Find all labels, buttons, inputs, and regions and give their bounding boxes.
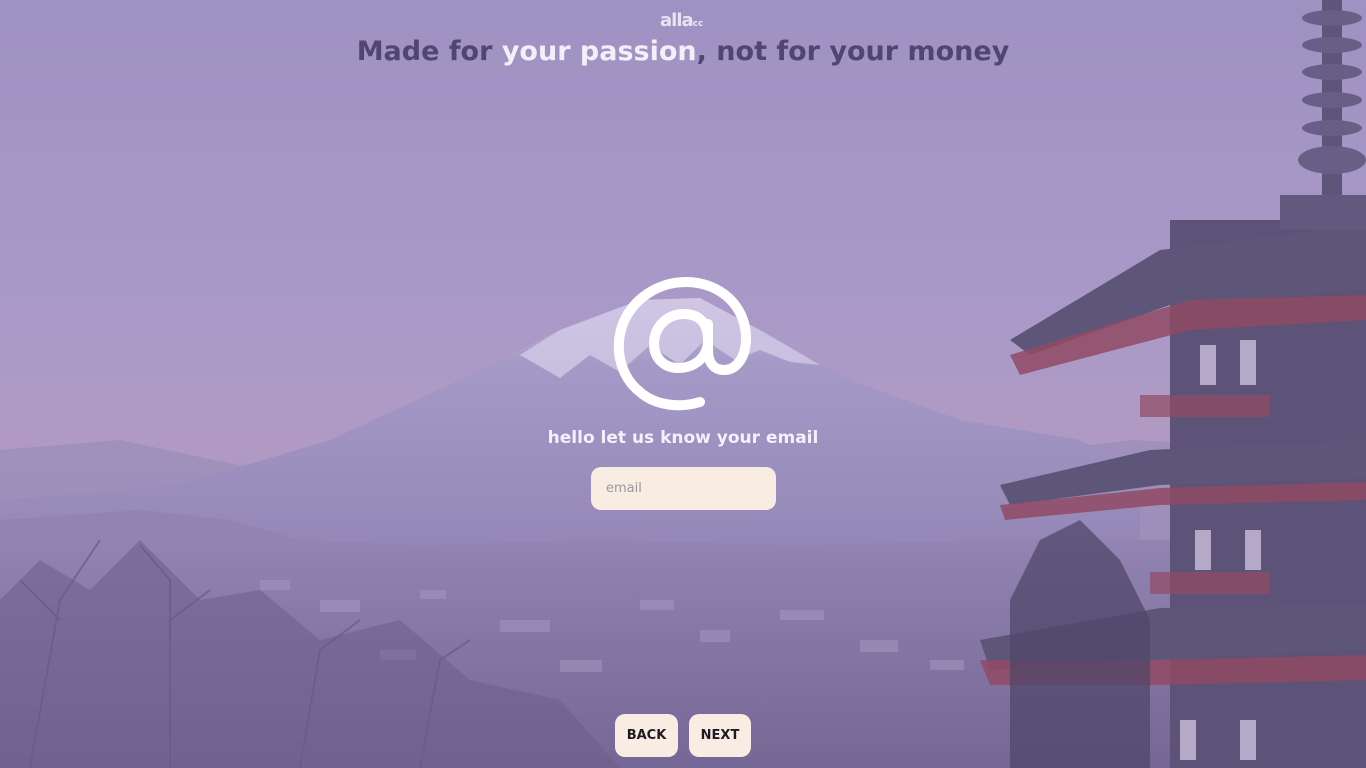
back-button[interactable]: BACK xyxy=(615,714,678,757)
email-prompt: hello let us know your email xyxy=(547,428,819,448)
brand-logo: allacc xyxy=(660,10,703,32)
headline-part1: Made for xyxy=(356,36,502,67)
brand-logo-suffix: cc xyxy=(692,19,704,29)
headline-highlight: your passion xyxy=(501,36,697,67)
at-sign-icon xyxy=(613,277,751,411)
email-field[interactable] xyxy=(591,467,776,510)
page-headline: Made for your passion, not for your mone… xyxy=(0,36,1366,67)
brand-logo-main: alla xyxy=(660,10,694,31)
page: allacc Made for your passion, not for yo… xyxy=(0,0,1366,768)
next-button[interactable]: NEXT xyxy=(689,714,751,757)
headline-part2: , not for your money xyxy=(696,36,1010,67)
